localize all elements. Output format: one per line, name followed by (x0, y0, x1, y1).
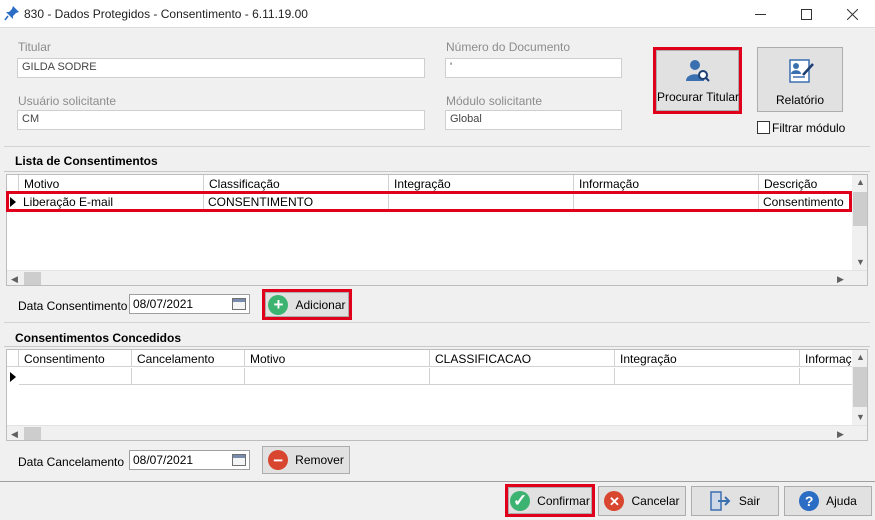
relatorio-button[interactable]: Relatório (757, 47, 843, 112)
scroll-thumb[interactable] (853, 192, 867, 226)
add-icon: + (268, 294, 289, 315)
scroll-thumb[interactable] (853, 367, 867, 407)
maximize-button[interactable] (783, 0, 829, 28)
scroll-thumb[interactable] (24, 272, 41, 285)
grid-indicator-header (7, 350, 19, 367)
remove-icon: − (268, 450, 289, 470)
cancel-icon: ✕ (604, 491, 625, 511)
divider (4, 322, 870, 323)
numero-documento-field[interactable]: ' (445, 58, 622, 78)
scroll-left-icon[interactable]: ◀ (11, 274, 18, 284)
scroll-up-icon[interactable]: ▲ (856, 177, 865, 187)
exit-icon (710, 491, 731, 511)
modulo-label: Módulo solicitante (446, 94, 543, 108)
footer-divider (0, 481, 875, 482)
modulo-field[interactable]: Global (445, 110, 622, 130)
search-user-icon (686, 60, 710, 82)
table-cell[interactable] (132, 368, 245, 385)
minimize-icon (754, 13, 766, 15)
numero-documento-label: Número do Documento (446, 40, 571, 54)
table-cell[interactable] (430, 368, 615, 385)
title-bar: 830 - Dados Protegidos - Consentimento -… (0, 0, 875, 28)
horizontal-scrollbar[interactable]: ◀ ▶ (7, 270, 867, 285)
data-cancelamento-value: 08/07/2021 (133, 453, 194, 467)
column-header[interactable]: Motivo (245, 350, 430, 367)
column-header[interactable]: Consentimento (19, 350, 132, 367)
table-cell[interactable] (19, 368, 132, 385)
minimize-button[interactable] (737, 0, 783, 28)
column-header[interactable]: Integração (615, 350, 800, 367)
confirmar-label: Confirmar (537, 493, 590, 508)
calendar-icon[interactable] (232, 298, 246, 310)
usuario-field[interactable]: CM (17, 110, 425, 130)
data-cancelamento-field[interactable]: 08/07/2021 (129, 450, 250, 470)
remover-label: Remover (295, 453, 344, 467)
ajuda-label: Ajuda (826, 494, 857, 508)
window-title: 830 - Dados Protegidos - Consentimento -… (24, 7, 308, 21)
data-cancelamento-label: Data Cancelamento (18, 455, 125, 469)
grid-indicator-header (7, 175, 19, 192)
column-header[interactable]: Classificação (204, 175, 389, 192)
table-cell[interactable] (800, 368, 853, 385)
filtrar-modulo-checkbox[interactable] (757, 121, 770, 134)
scroll-left-icon[interactable]: ◀ (11, 429, 18, 439)
column-header[interactable]: Descrição (759, 175, 853, 192)
confirmar-button[interactable]: ✓ Confirmar (508, 487, 592, 514)
divider (4, 146, 870, 147)
column-header[interactable]: Integração (389, 175, 574, 192)
table-cell[interactable] (615, 368, 800, 385)
filtrar-modulo-label: Filtrar módulo (772, 121, 846, 135)
vertical-scrollbar[interactable]: ▲ ▼ (852, 350, 867, 425)
cancelar-label: Cancelar (631, 494, 680, 508)
check-icon: ✓ (510, 490, 531, 511)
remover-button[interactable]: − Remover (262, 446, 350, 474)
current-row-indicator-icon (10, 372, 16, 382)
scroll-down-icon[interactable]: ▼ (856, 257, 865, 267)
adicionar-button[interactable]: + Adicionar (265, 292, 349, 317)
data-consentimento-field[interactable]: 08/07/2021 (129, 294, 250, 314)
column-header[interactable]: Informação (800, 350, 853, 367)
relatorio-label: Relatório (775, 93, 825, 107)
column-header[interactable]: CLASSIFICACAO (430, 350, 615, 367)
pin-icon (4, 6, 19, 21)
column-header[interactable]: Motivo (19, 175, 204, 192)
scroll-right-icon[interactable]: ▶ (837, 429, 844, 439)
data-consentimento-label: Data Consentimento (18, 299, 128, 313)
usuario-label: Usuário solicitante (18, 94, 117, 108)
sair-button[interactable]: Sair (691, 486, 779, 516)
data-consentimento-value: 08/07/2021 (133, 297, 194, 311)
lista-heading: Lista de Consentimentos (15, 154, 158, 168)
titular-label: Titular (18, 40, 51, 54)
scroll-down-icon[interactable]: ▼ (856, 412, 865, 422)
calendar-icon[interactable] (232, 454, 246, 466)
close-icon (846, 8, 858, 20)
adicionar-label: Adicionar (295, 297, 346, 312)
help-icon: ? (799, 491, 820, 511)
titular-field[interactable]: GILDA SODRE (17, 58, 425, 78)
concedidos-heading: Consentimentos Concedidos (15, 331, 182, 345)
divider (4, 171, 870, 172)
close-button[interactable] (829, 0, 875, 28)
horizontal-scrollbar[interactable]: ◀ ▶ (7, 425, 867, 440)
scroll-right-icon[interactable]: ▶ (837, 274, 844, 284)
scroll-thumb[interactable] (24, 427, 41, 440)
vertical-scrollbar[interactable]: ▲ ▼ (852, 175, 867, 270)
procurar-titular-label: Procurar Titular (657, 90, 740, 104)
row-highlight (6, 191, 852, 212)
concedidos-grid: Consentimento Cancelamento Motivo CLASSI… (6, 349, 868, 441)
scroll-up-icon[interactable]: ▲ (856, 352, 865, 362)
column-header[interactable]: Cancelamento (132, 350, 245, 367)
sair-label: Sair (738, 494, 761, 508)
report-icon (789, 59, 814, 83)
column-header[interactable]: Informação (574, 175, 759, 192)
ajuda-button[interactable]: ? Ajuda (784, 486, 872, 516)
cancelar-button[interactable]: ✕ Cancelar (598, 486, 686, 516)
procurar-titular-button[interactable]: Procurar Titular (656, 50, 739, 111)
maximize-icon (800, 8, 812, 20)
table-cell[interactable] (245, 368, 430, 385)
divider (4, 346, 870, 347)
